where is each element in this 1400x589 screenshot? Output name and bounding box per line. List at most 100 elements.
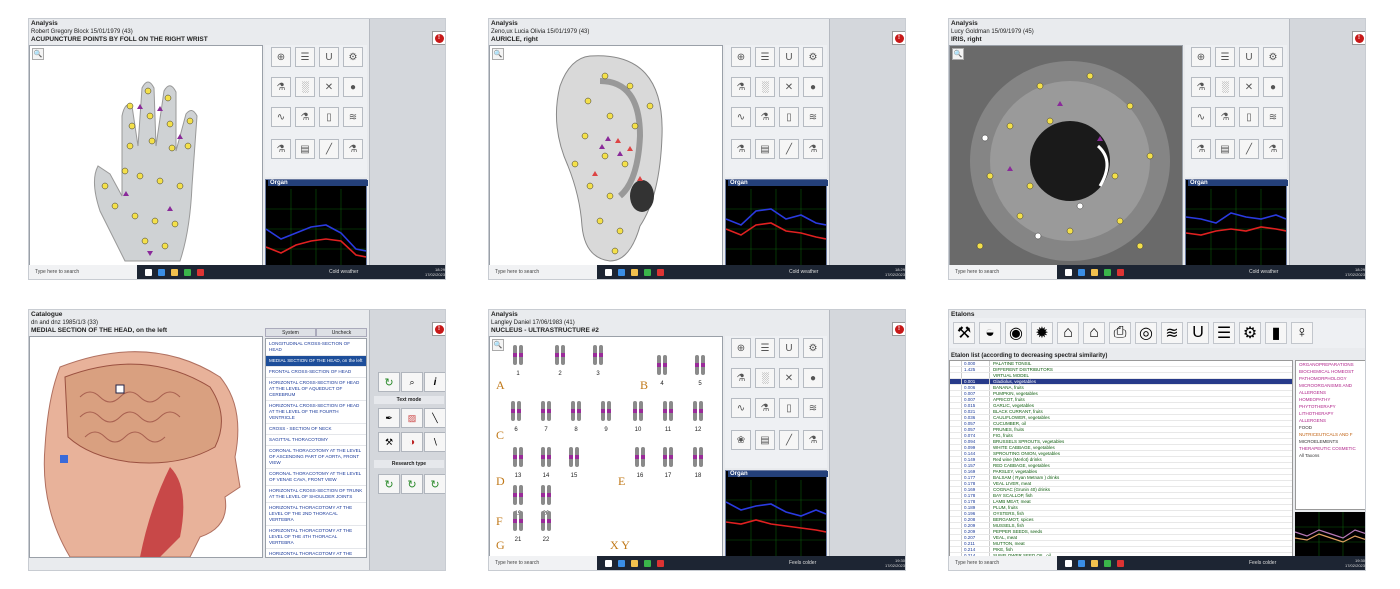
magnet-icon[interactable]: U	[1187, 322, 1209, 344]
list-item[interactable]: FRONTAL CROSS-SECTION OF HEAD	[266, 367, 366, 378]
hand-viewer[interactable]: 🔍	[29, 45, 263, 267]
turtle-icon[interactable]: ◒	[979, 322, 1001, 344]
start-icon[interactable]	[145, 268, 152, 276]
close-button[interactable]: !	[432, 31, 445, 45]
folder-icon[interactable]	[631, 268, 638, 276]
pill-icon[interactable]: ●	[803, 368, 823, 388]
pill-icon[interactable]: ●	[343, 77, 363, 97]
app-icon[interactable]	[1117, 268, 1124, 276]
tree-item[interactable]: ALLERGENS	[1296, 389, 1365, 396]
eraser-button[interactable]: ▨	[401, 408, 423, 428]
list-item-selected[interactable]: MEDIAL SECTION OF THE HEAD, on the left	[266, 356, 366, 367]
start-icon[interactable]	[605, 559, 612, 567]
flask-icon[interactable]: ⚗	[1191, 139, 1211, 159]
close-x-icon[interactable]: ✕	[319, 77, 339, 97]
lab-icon[interactable]: ⚗	[755, 107, 775, 127]
whatsapp-icon[interactable]	[184, 268, 191, 276]
vial-icon[interactable]: ⚗	[803, 430, 823, 450]
tree-item[interactable]: BIOCHEMICAL HOMEOST	[1296, 368, 1365, 375]
scan-icon[interactable]: ░	[1215, 77, 1235, 97]
magnet-icon[interactable]: U	[779, 338, 799, 358]
lab-icon[interactable]: ⚗	[1215, 107, 1235, 127]
globe-icon[interactable]: ◎	[1135, 322, 1157, 344]
bottle-icon[interactable]: ▯	[1239, 107, 1259, 127]
bottle-icon[interactable]: ▯	[779, 398, 799, 418]
etalon-tree[interactable]: ORGANOPREPARATIONS BIOCHEMICAL HOMEOST PAT…	[1295, 360, 1365, 510]
pill-icon[interactable]: ●	[1263, 77, 1283, 97]
vial-icon[interactable]: ⚗	[343, 139, 363, 159]
edge-icon[interactable]	[158, 268, 165, 276]
head-section-viewer[interactable]	[29, 336, 263, 558]
scan-icon[interactable]: ░	[755, 77, 775, 97]
etalon-table[interactable]: 0.000 PALATINE TONSIL 1.425 DIFFERENT DISTR…	[949, 360, 1293, 558]
tree-item[interactable]: MICROORGANISMS AND	[1296, 382, 1365, 389]
folder-icon[interactable]	[1091, 559, 1098, 567]
bottle-icon[interactable]: ▯	[319, 107, 339, 127]
zoom-icon[interactable]: 🔍	[492, 339, 504, 351]
tree-item[interactable]: MICROELEMENTS	[1296, 438, 1365, 445]
start-icon[interactable]	[1065, 559, 1072, 567]
tree-item[interactable]: LITHOTHERAPY	[1296, 410, 1365, 417]
vial-icon[interactable]: ⚗	[1263, 139, 1283, 159]
bottle-icon[interactable]: ▯	[779, 107, 799, 127]
target-icon[interactable]: ⊕	[1191, 47, 1211, 67]
karyotype-viewer[interactable]: 🔍 ABCDEFGX Y 1 2 3 4 5 6 7 8 9 10 11 12 13 14 15 16 17 18 1…	[489, 336, 723, 558]
microscope-icon[interactable]: ⚗	[731, 77, 751, 97]
list-item[interactable]: CORONAL THORACOTOMY AT THE LEVEL OF ASCE…	[266, 446, 366, 469]
lab-icon[interactable]: ⚗	[295, 107, 315, 127]
research-button-2[interactable]: ↻	[401, 474, 423, 494]
edge-icon[interactable]	[1078, 268, 1085, 276]
research-button-1[interactable]: ↻	[378, 474, 400, 494]
flask-icon[interactable]: ⚗	[731, 139, 751, 159]
wave-icon[interactable]: ∿	[1191, 107, 1211, 127]
close-x-icon[interactable]: ✕	[779, 368, 799, 388]
list-item[interactable]: HORIZONTAL THORACOTOMY AT THE LEVEL OF T…	[266, 549, 366, 557]
list-item[interactable]: HORIZONTAL CROSS-SECTION OF HEAD AT THE …	[266, 378, 366, 401]
organ-icon[interactable]: ☰	[295, 47, 315, 67]
research-button-3[interactable]: ↻	[424, 474, 445, 494]
microscope-icon[interactable]: ⚗	[731, 368, 751, 388]
eye-icon[interactable]: ◉	[1005, 322, 1027, 344]
folder-icon[interactable]	[171, 268, 178, 276]
list-item[interactable]: LONGITUDINAL CROSS-SECTION OF HEAD	[266, 339, 366, 356]
whatsapp-icon[interactable]	[644, 268, 651, 276]
vial-icon[interactable]: ⚗	[803, 139, 823, 159]
line-button[interactable]: ╲	[424, 408, 445, 428]
spectrum-icon[interactable]: ≋	[343, 107, 363, 127]
taskbar-search[interactable]: Type here to search	[949, 265, 1057, 279]
organ-icon[interactable]: ☰	[1215, 47, 1235, 67]
taskbar-search[interactable]: Type here to search	[489, 265, 597, 279]
tools-button[interactable]: ⚒	[378, 432, 400, 452]
probe-icon[interactable]: ⚙	[343, 47, 363, 67]
spectrum-icon[interactable]: ≋	[1161, 322, 1183, 344]
spectrum-icon[interactable]: ≋	[803, 107, 823, 127]
flask-icon[interactable]: ⚗	[271, 139, 291, 159]
list-item[interactable]: HORIZONTAL THORACOTOMY AT THE LEVEL OF T…	[266, 503, 366, 526]
tree-item[interactable]: All Taxons	[1296, 452, 1365, 459]
house-icon[interactable]: ⌂	[1057, 322, 1079, 344]
magnet-icon[interactable]: U	[779, 47, 799, 67]
taskbar-search[interactable]: Type here to search	[949, 556, 1057, 570]
edge-icon[interactable]	[1078, 559, 1085, 567]
target-icon[interactable]: ⊕	[731, 47, 751, 67]
report-icon[interactable]: ▤	[1215, 139, 1235, 159]
close-x-icon[interactable]: ✕	[1239, 77, 1259, 97]
probe-icon[interactable]: ⚙	[1239, 322, 1261, 344]
close-button[interactable]: !	[1352, 31, 1365, 45]
graph-icon[interactable]: ╱	[779, 430, 799, 450]
zoom-icon[interactable]: 🔍	[32, 48, 44, 60]
tab-system[interactable]: System	[265, 328, 316, 337]
organ-icon[interactable]: ☰	[1213, 322, 1235, 344]
tree-item[interactable]: ALLERGENS	[1296, 417, 1365, 424]
scan-icon[interactable]: ░	[755, 368, 775, 388]
graph-icon[interactable]: ╱	[1239, 139, 1259, 159]
microscope-icon[interactable]: ⚗	[271, 77, 291, 97]
tree-item[interactable]: HOMEOPATHY	[1296, 396, 1365, 403]
folder-icon[interactable]	[631, 559, 638, 567]
app-icon[interactable]	[657, 268, 664, 276]
magnet-icon[interactable]: U	[1239, 47, 1259, 67]
list-item[interactable]: HORIZONTAL CROSS-SECTION OF HEAD AT THE …	[266, 401, 366, 424]
whatsapp-icon[interactable]	[1104, 268, 1111, 276]
brain-icon[interactable]: ❀	[731, 430, 751, 450]
wave-icon[interactable]: ∿	[731, 398, 751, 418]
